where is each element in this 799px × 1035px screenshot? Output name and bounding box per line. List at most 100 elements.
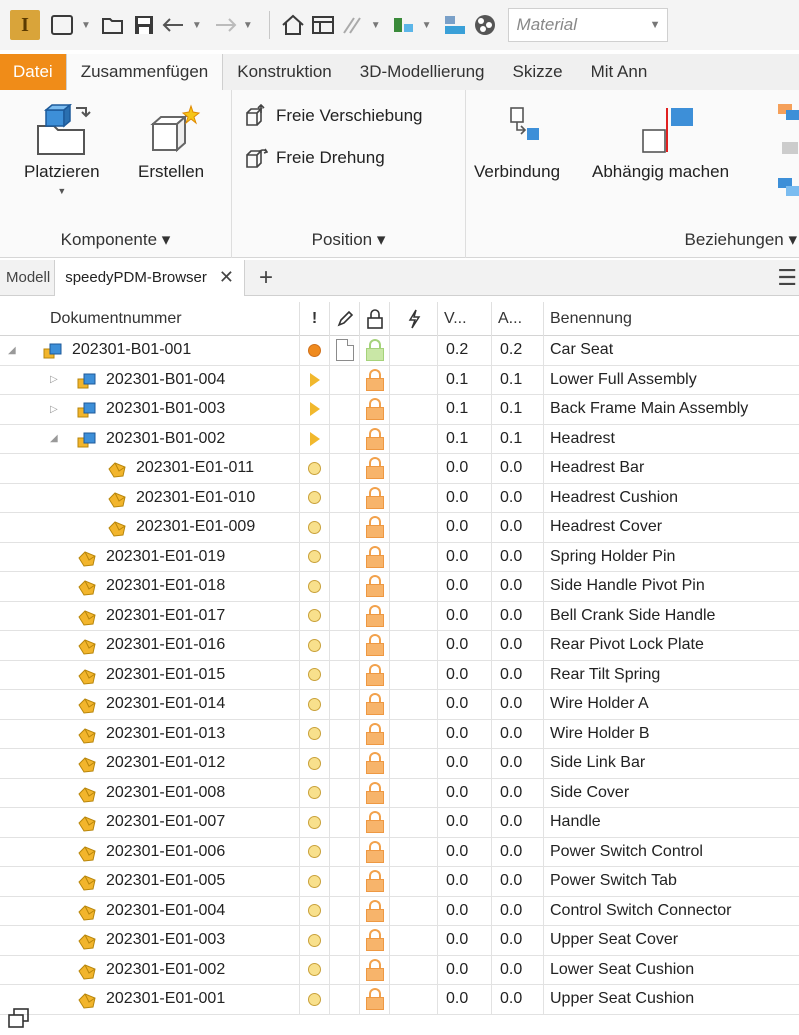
table-row[interactable]: ▷ 202301-B01-004 0.1 0.1 Lower Full Assembly [0, 365, 799, 395]
komponente-group-label[interactable]: Komponente ▾ [0, 230, 231, 250]
position-group-label[interactable]: Position ▾ [232, 230, 465, 250]
table-row[interactable]: 202301-E01-006 0.0 0.0 Power Switch Control [0, 837, 799, 867]
column-header-docnum[interactable]: Dokumentnummer [0, 302, 300, 336]
save-icon[interactable] [131, 10, 157, 40]
tab-skizze[interactable]: Skizze [499, 54, 577, 90]
docnum-cell[interactable]: 202301-E01-008 [0, 778, 300, 808]
docnum-cell[interactable]: ▷ 202301-B01-003 [0, 395, 300, 425]
docnum-cell[interactable]: ◢ 202301-B01-001 [0, 336, 300, 366]
docnum-cell[interactable]: 202301-E01-006 [0, 837, 300, 867]
home-icon[interactable] [280, 10, 306, 40]
platzieren-dropdown-icon[interactable]: ▼ [57, 186, 66, 196]
column-header-lock[interactable] [360, 302, 390, 336]
column-header-status[interactable]: ! [300, 302, 330, 336]
table-row[interactable]: 202301-E01-007 0.0 0.0 Handle [0, 808, 799, 838]
table-row[interactable]: 202301-E01-015 0.0 0.0 Rear Tilt Spring [0, 660, 799, 690]
table-row[interactable]: 202301-E01-001 0.0 0.0 Upper Seat Cushion [0, 985, 799, 1015]
document-number: 202301-E01-012 [106, 754, 226, 772]
menu-icon[interactable]: ☰ [777, 265, 797, 291]
tab-zusammenfuegen[interactable]: Zusammenfügen [65, 54, 224, 90]
tab-konstruktion[interactable]: Konstruktion [223, 54, 346, 90]
table-row[interactable]: 202301-E01-002 0.0 0.0 Lower Seat Cushion [0, 955, 799, 985]
docnum-cell[interactable]: 202301-E01-003 [0, 926, 300, 956]
docnum-cell[interactable]: 202301-E01-014 [0, 690, 300, 720]
expand-icon[interactable]: ▷ [50, 404, 58, 415]
column-header-edit[interactable] [330, 302, 360, 336]
update-dropdown-icon[interactable]: ▼ [371, 20, 381, 31]
table-row[interactable]: 202301-E01-009 0.0 0.0 Headrest Cover [0, 513, 799, 543]
material-select[interactable]: Material ▼ [507, 8, 668, 42]
docnum-cell[interactable]: 202301-E01-019 [0, 542, 300, 572]
tab-mit-anmerkungen[interactable]: Mit Ann [577, 54, 662, 90]
new-document-icon[interactable] [50, 10, 76, 40]
docnum-cell[interactable]: 202301-E01-017 [0, 601, 300, 631]
table-row[interactable]: 202301-E01-008 0.0 0.0 Side Cover [0, 778, 799, 808]
table-row[interactable]: 202301-E01-019 0.0 0.0 Spring Holder Pin [0, 542, 799, 572]
docnum-cell[interactable]: 202301-E01-004 [0, 896, 300, 926]
table-row[interactable]: 202301-E01-016 0.0 0.0 Rear Pivot Lock Plat… [0, 631, 799, 661]
visibility-icon[interactable] [442, 10, 468, 40]
close-icon[interactable]: ✕ [219, 267, 234, 288]
add-tab-icon[interactable]: + [259, 264, 273, 292]
table-row[interactable]: 202301-E01-012 0.0 0.0 Side Link Bar [0, 749, 799, 779]
new-dropdown-icon[interactable]: ▼ [81, 20, 91, 31]
status-cell [300, 690, 330, 720]
docnum-cell[interactable]: 202301-E01-007 [0, 808, 300, 838]
table-row[interactable]: 202301-E01-014 0.0 0.0 Wire Holder A [0, 690, 799, 720]
docnum-cell[interactable]: 202301-E01-011 [0, 454, 300, 484]
beziehungen-group-label[interactable]: Beziehungen ▾ [466, 230, 799, 250]
table-row[interactable]: 202301-E01-010 0.0 0.0 Headrest Cushion [0, 483, 799, 513]
table-row[interactable]: ◢ 202301-B01-001 0.2 0.2 Car Seat [0, 336, 799, 366]
select-mode-dropdown-icon[interactable]: ▼ [422, 20, 432, 31]
collapse-icon[interactable]: ◢ [8, 345, 16, 356]
docnum-cell[interactable]: 202301-E01-005 [0, 867, 300, 897]
select-mode-icon[interactable] [391, 10, 417, 40]
column-header-lightning[interactable] [390, 302, 438, 336]
properties-icon[interactable] [310, 10, 336, 40]
expand-icon[interactable]: ▷ [50, 374, 58, 385]
open-folder-icon[interactable] [101, 10, 127, 40]
freie-verschiebung-button[interactable]: Freie Verschiebung [244, 104, 422, 128]
app-logo[interactable]: I [10, 10, 40, 40]
docnum-cell[interactable]: 202301-E01-010 [0, 483, 300, 513]
undo-icon[interactable] [161, 10, 187, 40]
verbindung-button[interactable]: Verbindung [474, 104, 560, 182]
column-header-name[interactable]: Benennung [544, 302, 799, 336]
platzieren-button[interactable]: Platzieren ▼ [24, 104, 100, 196]
docnum-cell[interactable]: 202301-E01-016 [0, 631, 300, 661]
table-row[interactable]: ▷ 202301-B01-003 0.1 0.1 Back Frame Main Ass… [0, 395, 799, 425]
column-header-version[interactable]: V... [438, 302, 492, 336]
redo-dropdown-icon[interactable]: ▼ [243, 20, 253, 31]
docnum-cell[interactable]: 202301-E01-015 [0, 660, 300, 690]
column-header-a[interactable]: A... [492, 302, 544, 336]
table-row[interactable]: 202301-E01-004 0.0 0.0 Control Switch Conne… [0, 896, 799, 926]
table-row[interactable]: 202301-E01-017 0.0 0.0 Bell Crank Side Hand… [0, 601, 799, 631]
tab-3d-modellierung[interactable]: 3D-Modellierung [346, 54, 499, 90]
appearance-icon[interactable] [472, 10, 498, 40]
abhaengig-machen-button[interactable]: Abhängig machen [592, 104, 729, 182]
docnum-cell[interactable]: 202301-E01-002 [0, 955, 300, 985]
collapse-icon[interactable]: ◢ [50, 433, 58, 444]
docnum-cell[interactable]: 202301-E01-013 [0, 719, 300, 749]
table-row[interactable]: 202301-E01-003 0.0 0.0 Upper Seat Cover [0, 926, 799, 956]
docnum-cell[interactable]: 202301-E01-012 [0, 749, 300, 779]
undo-dropdown-icon[interactable]: ▼ [192, 20, 202, 31]
docnum-cell[interactable]: 202301-E01-009 [0, 513, 300, 543]
table-row[interactable]: ◢ 202301-B01-002 0.1 0.1 Headrest [0, 424, 799, 454]
freie-drehung-button[interactable]: Freie Drehung [244, 146, 385, 170]
erstellen-button[interactable]: Erstellen [138, 104, 204, 182]
table-row[interactable]: 202301-E01-011 0.0 0.0 Headrest Bar [0, 454, 799, 484]
tab-speedypdm-browser[interactable]: speedyPDM-Browser ✕ [54, 259, 245, 296]
update-icon[interactable] [340, 10, 366, 40]
tab-datei[interactable]: Datei [0, 54, 66, 90]
table-row[interactable]: 202301-E01-018 0.0 0.0 Side Handle Pivot Pi… [0, 572, 799, 602]
docnum-cell[interactable]: 202301-E01-018 [0, 572, 300, 602]
docnum-cell[interactable]: ▷ 202301-B01-004 [0, 365, 300, 395]
docnum-cell[interactable]: ◢ 202301-B01-002 [0, 424, 300, 454]
table-row[interactable]: 202301-E01-013 0.0 0.0 Wire Holder B [0, 719, 799, 749]
redo-icon[interactable] [212, 10, 238, 40]
restore-window-icon[interactable] [6, 1007, 32, 1029]
docnum-cell[interactable]: 202301-E01-001 [0, 985, 300, 1015]
table-row[interactable]: 202301-E01-005 0.0 0.0 Power Switch Tab [0, 867, 799, 897]
tab-modell[interactable]: Modell [0, 269, 54, 286]
